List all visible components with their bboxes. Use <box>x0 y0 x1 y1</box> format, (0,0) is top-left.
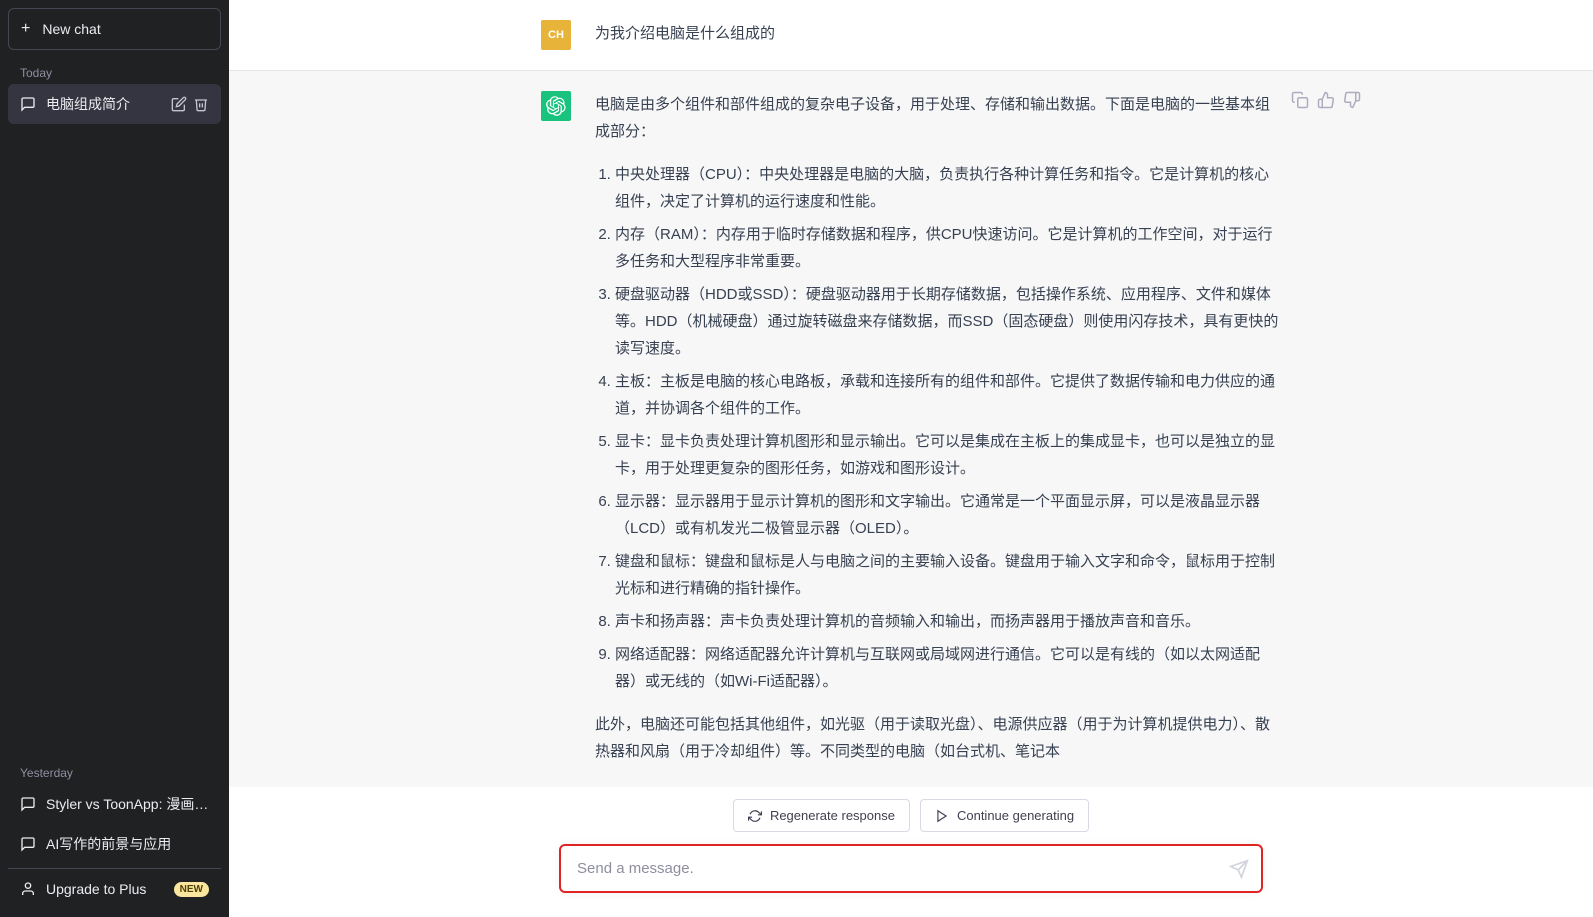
trash-icon[interactable] <box>193 96 209 112</box>
assistant-message-row: 电脑是由多个组件和部件组成的复杂电子设备，用于处理、存储和输出数据。下面是电脑的… <box>229 70 1593 787</box>
sidebar-item-yesterday-1[interactable]: AI写作的前景与应用 <box>8 824 221 864</box>
thumbs-down-icon[interactable] <box>1343 91 1361 109</box>
assistant-avatar <box>541 91 571 121</box>
chat-item-title: 电脑组成简介 <box>46 94 161 114</box>
new-chat-label: New chat <box>42 21 100 37</box>
assistant-message-content: 电脑是由多个组件和部件组成的复杂电子设备，用于处理、存储和输出数据。下面是电脑的… <box>595 91 1281 781</box>
new-badge: NEW <box>174 882 209 897</box>
sidebar-item-today-0[interactable]: 电脑组成简介 <box>8 84 221 124</box>
main-content: CH 为我介绍电脑是什么组成的 电脑是由多个组件和部件组成的复杂电子设备，用于处… <box>229 0 1593 917</box>
assistant-intro: 电脑是由多个组件和部件组成的复杂电子设备，用于处理、存储和输出数据。下面是电脑的… <box>595 91 1281 145</box>
list-item: 硬盘驱动器（HDD或SSD）：硬盘驱动器用于长期存储数据，包括操作系统、应用程序… <box>615 281 1281 362</box>
assistant-outro: 此外，电脑还可能包括其他组件，如光驱（用于读取光盘）、电源供应器（用于为计算机提… <box>595 711 1281 765</box>
edit-icon[interactable] <box>171 96 187 112</box>
sidebar-item-yesterday-0[interactable]: Styler vs ToonApp: 漫画脸优势 <box>8 784 221 824</box>
chat-icon <box>20 796 36 812</box>
message-actions <box>1291 91 1361 109</box>
send-icon[interactable] <box>1229 859 1249 879</box>
regenerate-button[interactable]: Regenerate response <box>733 799 910 832</box>
upgrade-button[interactable]: Upgrade to Plus NEW <box>8 868 221 909</box>
new-chat-button[interactable]: + New chat <box>8 8 221 50</box>
plus-icon: + <box>21 21 30 37</box>
chat-icon <box>20 96 36 112</box>
copy-icon[interactable] <box>1291 91 1309 109</box>
openai-icon <box>546 96 566 116</box>
continue-button[interactable]: Continue generating <box>920 799 1089 832</box>
thumbs-up-icon[interactable] <box>1317 91 1335 109</box>
user-avatar: CH <box>541 20 571 50</box>
list-item: 声卡和扬声器：声卡负责处理计算机的音频输入和输出，而扬声器用于播放声音和音乐。 <box>615 608 1281 635</box>
conversation-area: CH 为我介绍电脑是什么组成的 电脑是由多个组件和部件组成的复杂电子设备，用于处… <box>229 0 1593 787</box>
list-item: 网络适配器：网络适配器允许计算机与互联网或局域网进行通信。它可以是有线的（如以太… <box>615 641 1281 695</box>
user-message-row: CH 为我介绍电脑是什么组成的 <box>229 0 1593 70</box>
list-item: 键盘和鼠标：键盘和鼠标是人与电脑之间的主要输入设备。键盘用于输入文字和命令，鼠标… <box>615 548 1281 602</box>
input-wrapper <box>559 844 1263 893</box>
chat-icon <box>20 836 36 852</box>
refresh-icon <box>748 809 762 823</box>
section-yesterday-label: Yesterday <box>8 758 221 784</box>
continue-label: Continue generating <box>957 808 1074 823</box>
action-buttons-row: Regenerate response Continue generating <box>229 799 1593 832</box>
upgrade-label: Upgrade to Plus <box>46 881 146 897</box>
message-input[interactable] <box>561 846 1261 891</box>
regenerate-label: Regenerate response <box>770 808 895 823</box>
bottom-area: Regenerate response Continue generating <box>229 787 1593 917</box>
chat-item-title: AI写作的前景与应用 <box>46 834 209 854</box>
list-item: 主板：主板是电脑的核心电路板，承载和连接所有的组件和部件。它提供了数据传输和电力… <box>615 368 1281 422</box>
list-item: 显卡：显卡负责处理计算机图形和显示输出。它可以是集成在主板上的集成显卡，也可以是… <box>615 428 1281 482</box>
list-item: 中央处理器（CPU）：中央处理器是电脑的大脑，负责执行各种计算任务和指令。它是计… <box>615 161 1281 215</box>
list-item: 显示器：显示器用于显示计算机的图形和文字输出。它通常是一个平面显示屏，可以是液晶… <box>615 488 1281 542</box>
section-today-label: Today <box>8 58 221 84</box>
user-message-content: 为我介绍电脑是什么组成的 <box>595 20 1281 50</box>
user-icon <box>20 881 36 897</box>
sidebar: + New chat Today 电脑组成简介 Yesterday Styler… <box>0 0 229 917</box>
assistant-list: 中央处理器（CPU）：中央处理器是电脑的大脑，负责执行各种计算任务和指令。它是计… <box>595 161 1281 695</box>
list-item: 内存（RAM）：内存用于临时存储数据和程序，供CPU快速访问。它是计算机的工作空… <box>615 221 1281 275</box>
continue-icon <box>935 809 949 823</box>
chat-item-title: Styler vs ToonApp: 漫画脸优势 <box>46 794 209 814</box>
